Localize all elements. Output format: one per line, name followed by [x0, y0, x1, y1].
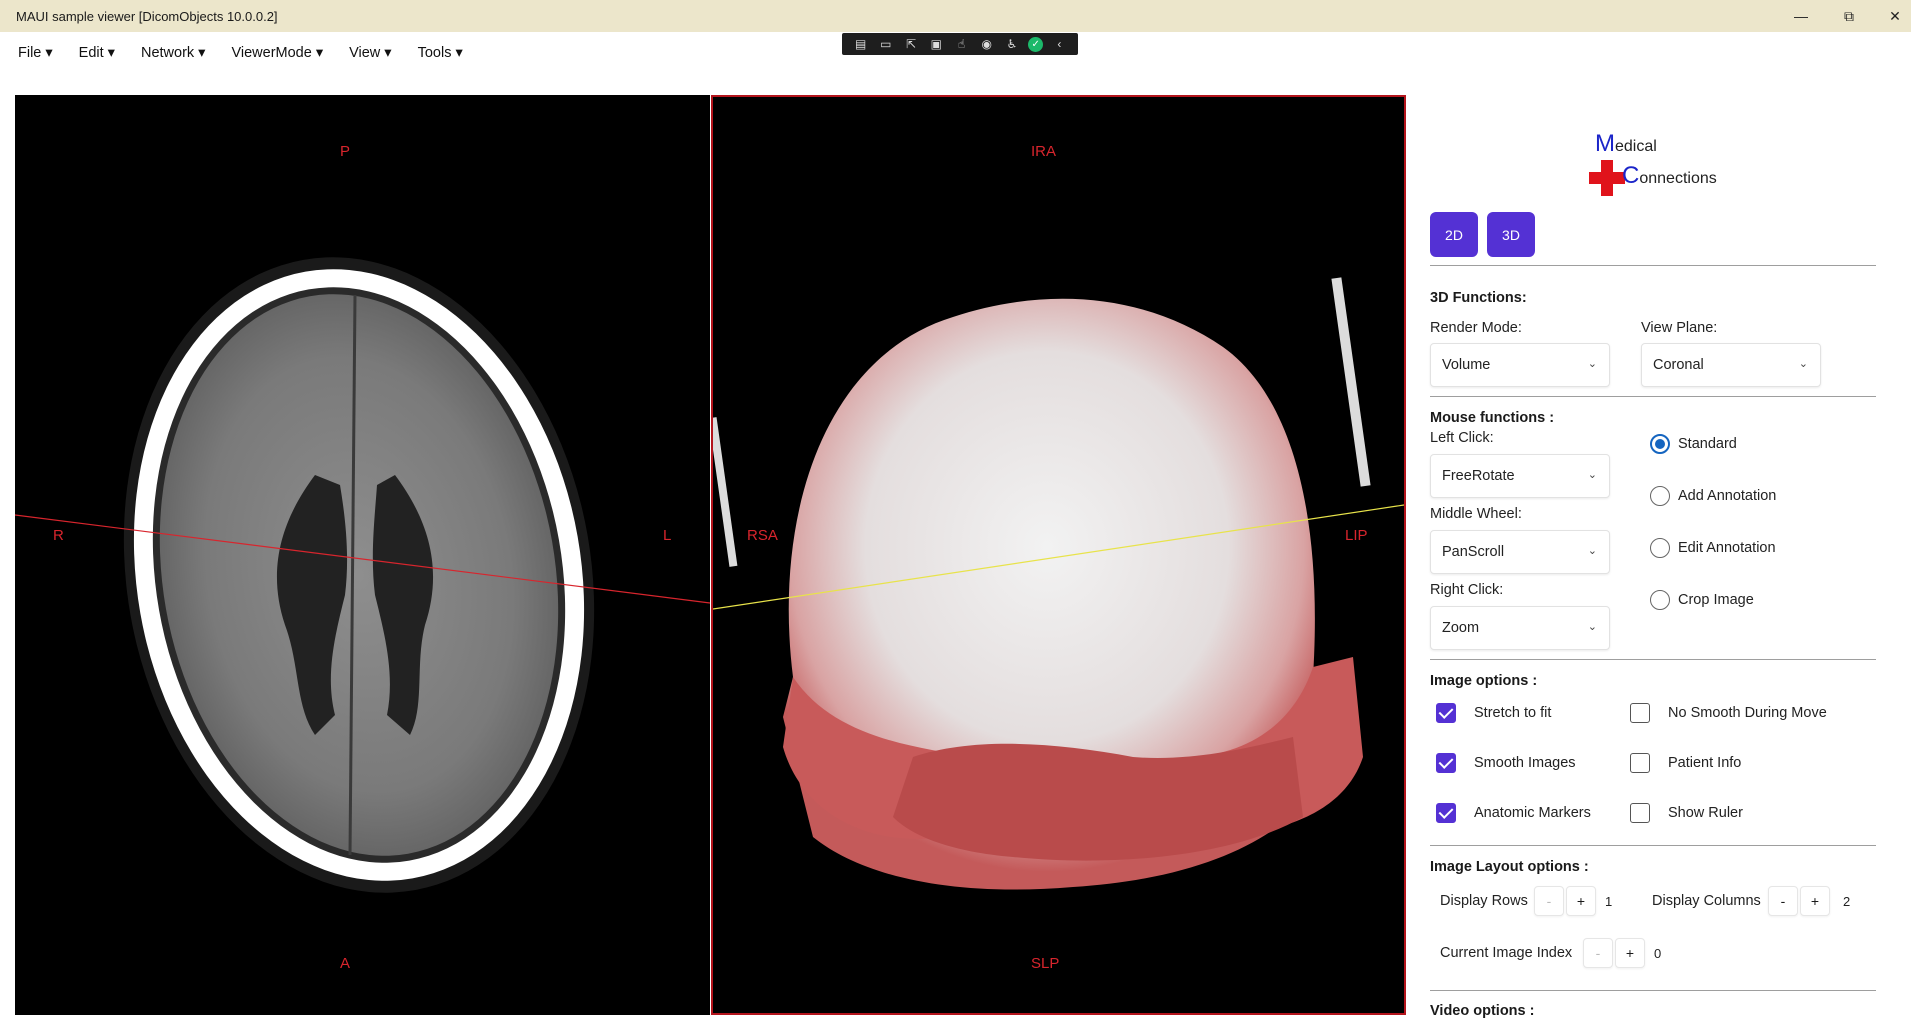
marker-left: RSA: [747, 527, 778, 544]
display-columns-label: Display Columns: [1652, 893, 1761, 909]
section-video-options: Video options :: [1430, 1003, 1535, 1019]
medical-connections-logo: Medical Connections: [1585, 130, 1745, 200]
marker-bottom: SLP: [1031, 955, 1060, 972]
radio-add-annotation-label: Add Annotation: [1678, 488, 1777, 504]
chevron-down-icon: ⌄: [1798, 358, 1808, 370]
volume-render-image: [713, 277, 1404, 890]
viewport-3d[interactable]: IRA SLP RSA LIP: [711, 95, 1406, 1015]
chevron-down-icon: ⌄: [1587, 358, 1597, 370]
menu-edit[interactable]: Edit ▾: [79, 45, 115, 61]
cols-increment-button[interactable]: +: [1800, 886, 1830, 916]
section-3d-functions: 3D Functions:: [1430, 290, 1527, 306]
marker-left: R: [53, 527, 64, 544]
radio-edit-annotation[interactable]: [1650, 538, 1670, 558]
section-image-options: Image options :: [1430, 673, 1538, 689]
chevron-down-icon: ⌄: [1587, 621, 1597, 633]
touch-icon[interactable]: ☝: [952, 36, 970, 52]
current-image-index-label: Current Image Index: [1440, 945, 1573, 961]
divider: [1430, 845, 1876, 846]
left-click-label: Left Click:: [1430, 430, 1494, 446]
menu-network[interactable]: Network ▾: [141, 45, 206, 61]
checkbox-stretch-to-fit-label: Stretch to fit: [1474, 705, 1552, 721]
menu-view[interactable]: View ▾: [349, 45, 391, 61]
logo-line-1: Medical: [1595, 130, 1657, 157]
middle-wheel-select[interactable]: PanScroll ⌄: [1430, 530, 1610, 574]
window-title: MAUI sample viewer [DicomObjects 10.0.0.…: [16, 8, 278, 24]
marker-bottom: A: [340, 955, 351, 972]
radio-standard[interactable]: [1650, 434, 1670, 454]
section-layout-options: Image Layout options :: [1430, 859, 1589, 875]
radio-add-annotation[interactable]: [1650, 486, 1670, 506]
left-click-select[interactable]: FreeRotate ⌄: [1430, 454, 1610, 498]
mode-2d-button[interactable]: 2D: [1430, 212, 1478, 257]
menu-file[interactable]: File ▾: [18, 45, 53, 61]
right-click-label: Right Click:: [1430, 582, 1504, 598]
right-click-select[interactable]: Zoom ⌄: [1430, 606, 1610, 650]
divider: [1430, 990, 1876, 991]
mode-3d-button[interactable]: 3D: [1487, 212, 1535, 257]
frame-icon[interactable]: ▣: [927, 36, 945, 52]
section-mouse-functions: Mouse functions :: [1430, 410, 1555, 426]
ct-slice-image: [15, 257, 710, 893]
checkbox-patient-info-label: Patient Info: [1668, 755, 1742, 771]
chevron-left-icon[interactable]: ‹: [1050, 36, 1068, 52]
view-plane-select[interactable]: Coronal ⌄: [1641, 343, 1821, 387]
close-button[interactable]: ✕: [1872, 0, 1911, 32]
chevron-down-icon: ⌄: [1587, 545, 1597, 557]
rows-increment-button[interactable]: +: [1566, 886, 1596, 916]
checkbox-no-smooth[interactable]: [1630, 703, 1650, 723]
divider: [1430, 265, 1876, 266]
cols-decrement-button[interactable]: -: [1768, 886, 1798, 916]
checkbox-patient-info[interactable]: [1630, 753, 1650, 773]
checkbox-smooth-images[interactable]: [1436, 753, 1456, 773]
check-icon[interactable]: ✓: [1028, 36, 1044, 52]
logo-line-2: Connections: [1622, 162, 1717, 189]
menu-viewermode[interactable]: ViewerMode ▾: [231, 45, 323, 61]
rows-decrement-button[interactable]: -: [1534, 886, 1564, 916]
radio-standard-label: Standard: [1678, 436, 1737, 452]
render-mode-label: Render Mode:: [1430, 320, 1522, 336]
checkbox-smooth-images-label: Smooth Images: [1474, 755, 1576, 771]
title-bar: MAUI sample viewer [DicomObjects 10.0.0.…: [0, 0, 1911, 32]
marker-right: LIP: [1345, 527, 1368, 544]
view-plane-label: View Plane:: [1641, 320, 1718, 336]
marker-top: IRA: [1031, 143, 1057, 160]
chevron-down-icon: ⌄: [1587, 469, 1597, 481]
middle-wheel-label: Middle Wheel:: [1430, 506, 1522, 522]
rows-value: 1: [1605, 894, 1613, 909]
floating-toolbar: ▤ ▭ ⇱ ▣ ☝ ◉ ♿ ✓ ‹: [842, 33, 1078, 55]
display-rows-label: Display Rows: [1440, 893, 1528, 909]
index-increment-button[interactable]: +: [1615, 938, 1645, 968]
radio-edit-annotation-label: Edit Annotation: [1678, 540, 1776, 556]
checkbox-show-ruler[interactable]: [1630, 803, 1650, 823]
divider: [1430, 396, 1876, 397]
cols-value: 2: [1843, 894, 1851, 909]
checkbox-no-smooth-label: No Smooth During Move: [1668, 705, 1827, 721]
checkbox-show-ruler-label: Show Ruler: [1668, 805, 1743, 821]
checkbox-anatomic-markers[interactable]: [1436, 803, 1456, 823]
minimize-button[interactable]: —: [1778, 0, 1824, 32]
accessibility-icon[interactable]: ♿: [1003, 36, 1021, 52]
wave-icon[interactable]: ◉: [978, 36, 996, 52]
index-value: 0: [1654, 946, 1662, 961]
cursor-icon[interactable]: ⇱: [902, 36, 920, 52]
radio-crop-image-label: Crop Image: [1678, 592, 1754, 608]
marker-top: P: [340, 143, 351, 160]
checkbox-anatomic-markers-label: Anatomic Markers: [1474, 805, 1591, 821]
restore-button[interactable]: ⧉: [1826, 0, 1872, 32]
viewport-2d[interactable]: P A R L: [15, 95, 710, 1015]
index-decrement-button[interactable]: -: [1583, 938, 1613, 968]
render-mode-select[interactable]: Volume ⌄: [1430, 343, 1610, 387]
checkbox-stretch-to-fit[interactable]: [1436, 703, 1456, 723]
grid-icon[interactable]: ▤: [852, 36, 870, 52]
camera-icon[interactable]: ▭: [877, 36, 895, 52]
marker-right: L: [663, 527, 672, 544]
menu-tools[interactable]: Tools ▾: [418, 45, 463, 61]
radio-crop-image[interactable]: [1650, 590, 1670, 610]
control-panel: Medical Connections 2D 3D 3D Functions: …: [1430, 95, 1876, 1023]
divider: [1430, 659, 1876, 660]
